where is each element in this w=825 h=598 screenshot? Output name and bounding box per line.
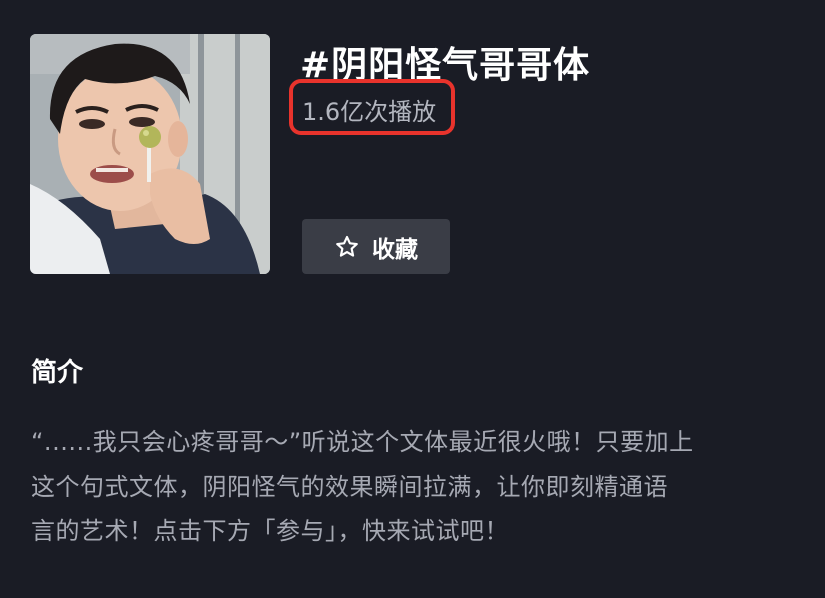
intro-text-line: 言的艺术！点击下方「参与」，快来试试吧！ (31, 517, 509, 545)
topic-screen: 哥哥 #阴阳怪气哥哥体 1.6亿次播放 收藏 简介 “......我只会心疼哥哥… (0, 0, 825, 598)
intro-text-line: “......我只会心疼哥哥～”听说这个文体最近很火哦！只要加上 (31, 428, 694, 456)
cover-photo (30, 34, 270, 274)
intro-text-line: 这个句式文体，阴阳怪气的效果瞬间拉满，让你即刻精通语 (31, 473, 668, 501)
favorite-button-label: 收藏 (372, 236, 418, 263)
play-count: 1.6亿次播放 (302, 98, 437, 126)
star-outline-icon (336, 235, 358, 257)
favorite-button[interactable]: 收藏 (302, 219, 450, 274)
topic-cover-image[interactable]: 哥哥 (30, 34, 270, 274)
intro-heading: 简介 (31, 358, 84, 388)
